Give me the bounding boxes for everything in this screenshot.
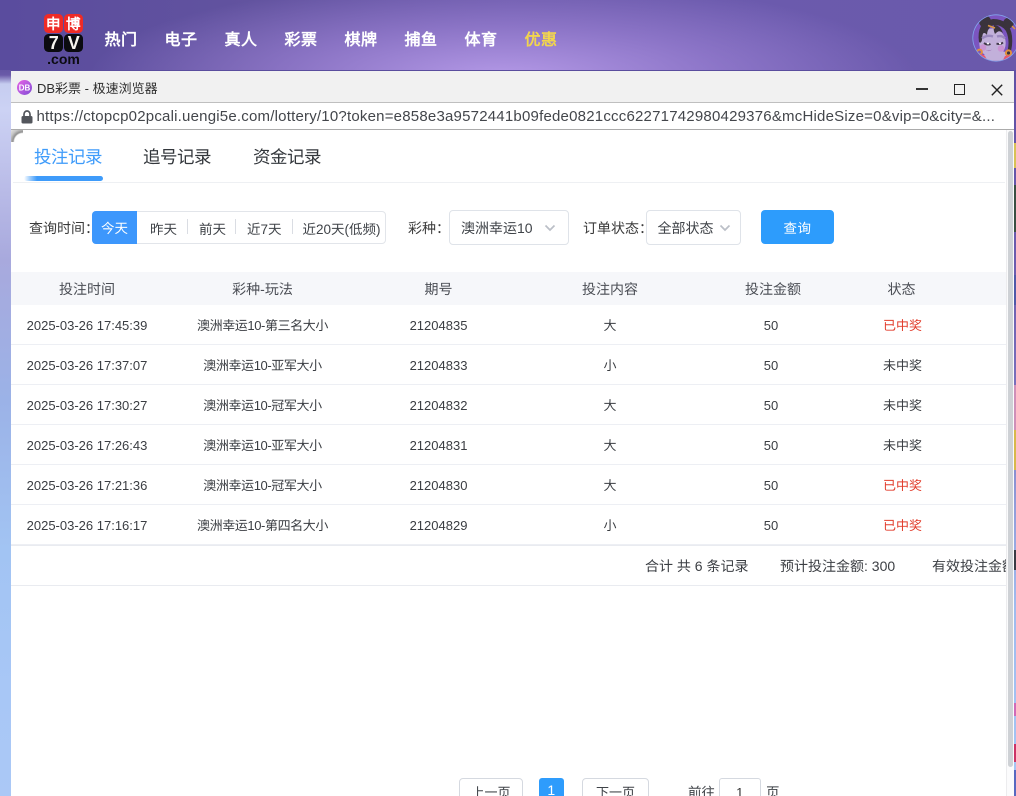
svg-text:DB: DB (18, 83, 30, 92)
